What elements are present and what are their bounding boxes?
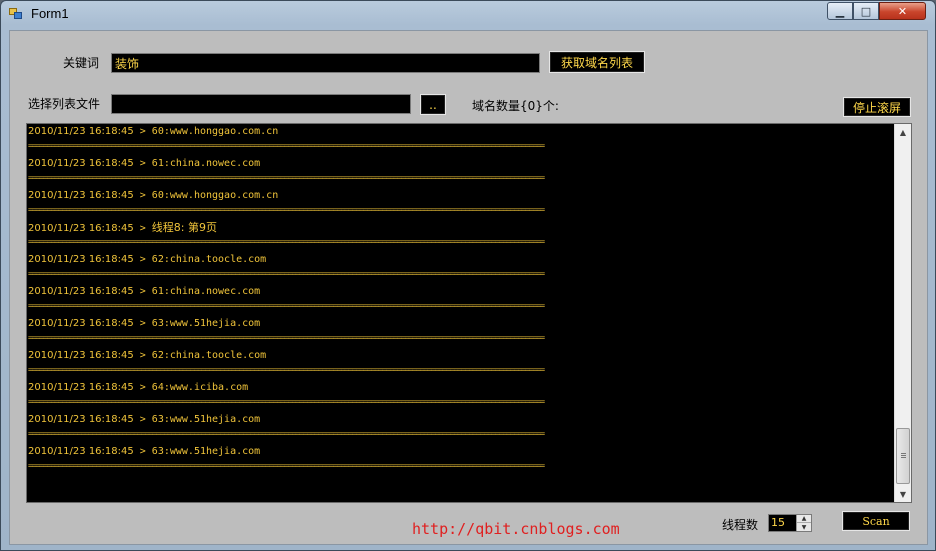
log-entry: 2010/11/23 16:18:45 > 60:www.honggao.com… bbox=[28, 188, 893, 204]
log-timestamp: 2010/11/23 16:18:45 bbox=[28, 350, 134, 361]
form-client-area: 关键词 装饰 获取域名列表 选择列表文件 .. 域名数量{0}个: 停止滚屏 2… bbox=[9, 30, 928, 545]
log-arrow-icon: > bbox=[133, 126, 152, 137]
log-arrow-icon: > bbox=[133, 446, 152, 457]
browse-button[interactable]: .. bbox=[420, 94, 446, 115]
keyword-label: 关键词 bbox=[63, 56, 100, 70]
scroll-up-arrow-icon[interactable]: ▲ bbox=[895, 124, 911, 140]
log-arrow-icon: > bbox=[133, 286, 152, 297]
log-entry: 2010/11/23 16:18:45 > 61:china.nowec.com bbox=[28, 156, 893, 172]
log-entry: 2010/11/23 16:18:45 > 60:www.honggao.com… bbox=[28, 124, 893, 140]
log-entry: 2010/11/23 16:18:45 > 63:www.51hejia.com bbox=[28, 444, 893, 460]
log-timestamp: 2010/11/23 16:18:45 bbox=[28, 286, 134, 297]
log-entry: 2010/11/23 16:18:45 > 63:www.51hejia.com bbox=[28, 316, 893, 332]
window-title: Form1 bbox=[31, 6, 69, 21]
log-textbox[interactable]: 2010/11/23 16:18:45 > 60:www.honggao.com… bbox=[26, 123, 912, 503]
keyword-input[interactable]: 装饰 bbox=[111, 53, 540, 73]
get-domain-list-button[interactable]: 获取域名列表 bbox=[549, 51, 645, 73]
log-arrow-icon: > bbox=[133, 254, 152, 265]
log-message: 63:www.51hejia.com bbox=[151, 414, 261, 425]
spin-down-arrow-icon[interactable]: ▼ bbox=[797, 523, 811, 531]
main-window: Form1 ▁ □ ✕ 关键词 装饰 获取域名列表 选择列表文件 .. 域名数量… bbox=[0, 0, 936, 551]
log-message: 62:china.toocle.com bbox=[151, 350, 267, 361]
minimize-button[interactable]: ▁ bbox=[827, 2, 853, 20]
close-icon: ✕ bbox=[897, 4, 908, 18]
log-separator: ========================================… bbox=[28, 173, 545, 182]
log-arrow-icon: > bbox=[133, 414, 152, 425]
list-file-input[interactable] bbox=[111, 94, 411, 114]
log-separator: ========================================… bbox=[28, 397, 545, 406]
scan-button[interactable]: Scan bbox=[842, 511, 910, 531]
log-entry: 2010/11/23 16:18:45 > 62:china.toocle.co… bbox=[28, 252, 893, 268]
log-timestamp: 2010/11/23 16:18:45 bbox=[28, 318, 134, 329]
spinner-buttons: ▲ ▼ bbox=[796, 515, 811, 531]
log-entry: 2010/11/23 16:18:45 > 线程8: 第9页 bbox=[28, 220, 893, 236]
log-separator: ========================================… bbox=[28, 333, 545, 342]
log-separator: ========================================… bbox=[28, 461, 545, 470]
log-arrow-icon: > bbox=[133, 350, 152, 361]
app-icon bbox=[9, 8, 23, 20]
log-arrow-icon: > bbox=[133, 223, 152, 234]
log-timestamp: 2010/11/23 16:18:45 bbox=[28, 158, 134, 169]
log-arrow-icon: > bbox=[133, 158, 152, 169]
log-entry: 2010/11/23 16:18:45 > 62:china.toocle.co… bbox=[28, 348, 893, 364]
log-separator: ========================================… bbox=[28, 205, 545, 214]
log-arrow-icon: > bbox=[133, 318, 152, 329]
log-message: 60:www.honggao.com.cn bbox=[151, 126, 279, 137]
log-message: 60:www.honggao.com.cn bbox=[151, 190, 279, 201]
log-timestamp: 2010/11/23 16:18:45 bbox=[28, 190, 134, 201]
blog-url-watermark: http://qbit.cnblogs.com bbox=[412, 520, 620, 538]
log-entry: 2010/11/23 16:18:45 > 63:www.51hejia.com bbox=[28, 412, 893, 428]
thread-count-label: 线程数 bbox=[722, 518, 759, 532]
thread-count-value[interactable]: 15 bbox=[771, 516, 785, 529]
log-message: 64:www.iciba.com bbox=[151, 382, 249, 393]
log-separator: ========================================… bbox=[28, 365, 545, 374]
log-message: 63:www.51hejia.com bbox=[151, 318, 261, 329]
log-vertical-scrollbar[interactable]: ▲ ▼ bbox=[894, 124, 911, 502]
log-separator: ========================================… bbox=[28, 141, 545, 150]
log-entry: 2010/11/23 16:18:45 > 61:china.nowec.com bbox=[28, 284, 893, 300]
log-separator: ========================================… bbox=[28, 301, 545, 310]
scroll-thumb[interactable] bbox=[896, 428, 910, 484]
log-message: 61:china.nowec.com bbox=[151, 286, 261, 297]
log-timestamp: 2010/11/23 16:18:45 bbox=[28, 414, 134, 425]
log-separator: ========================================… bbox=[28, 269, 545, 278]
log-entry: 2010/11/23 16:18:45 > 64:www.iciba.com bbox=[28, 380, 893, 396]
thread-count-spinner[interactable]: 15 ▲ ▼ bbox=[768, 514, 812, 532]
log-separator: ========================================… bbox=[28, 237, 545, 246]
spin-up-arrow-icon[interactable]: ▲ bbox=[797, 515, 811, 523]
log-message: 63:www.51hejia.com bbox=[151, 446, 261, 457]
log-arrow-icon: > bbox=[133, 190, 152, 201]
log-timestamp: 2010/11/23 16:18:45 bbox=[28, 126, 134, 137]
scroll-down-arrow-icon[interactable]: ▼ bbox=[895, 486, 911, 502]
log-timestamp: 2010/11/23 16:18:45 bbox=[28, 223, 134, 234]
maximize-button[interactable]: □ bbox=[853, 2, 879, 20]
list-file-label: 选择列表文件 bbox=[28, 97, 101, 111]
stop-scroll-button[interactable]: 停止滚屏 bbox=[843, 97, 911, 117]
close-button[interactable]: ✕ bbox=[879, 2, 926, 20]
log-timestamp: 2010/11/23 16:18:45 bbox=[28, 254, 134, 265]
log-lines: 2010/11/23 16:18:45 > 60:www.honggao.com… bbox=[28, 124, 893, 476]
minimize-icon: ▁ bbox=[835, 4, 845, 18]
log-timestamp: 2010/11/23 16:18:45 bbox=[28, 446, 134, 457]
title-bar[interactable]: Form1 ▁ □ ✕ bbox=[1, 1, 935, 27]
log-timestamp: 2010/11/23 16:18:45 bbox=[28, 382, 134, 393]
log-arrow-icon: > bbox=[133, 382, 152, 393]
log-message: 62:china.toocle.com bbox=[151, 254, 267, 265]
domain-count-label: 域名数量{0}个: bbox=[472, 99, 559, 113]
log-separator: ========================================… bbox=[28, 429, 545, 438]
log-message: 61:china.nowec.com bbox=[151, 158, 261, 169]
log-message: 线程8: 第9页 bbox=[151, 221, 217, 234]
maximize-icon: □ bbox=[860, 4, 872, 18]
